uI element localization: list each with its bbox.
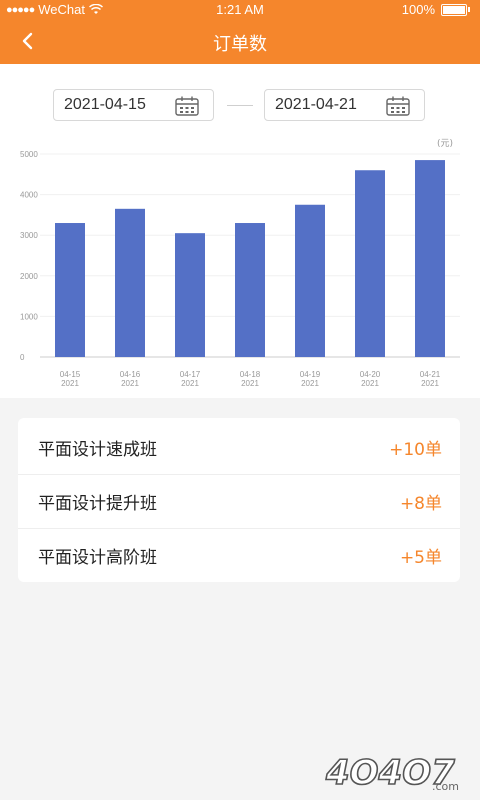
- x-tick-label: 04-16: [120, 370, 141, 379]
- bar: [55, 223, 85, 357]
- list-item[interactable]: 平面设计提升班 +8单: [18, 474, 460, 528]
- x-tick-label: 2021: [121, 379, 139, 388]
- calendar-icon: [386, 96, 410, 116]
- x-tick-label: 04-15: [60, 370, 81, 379]
- x-tick-label: 2021: [181, 379, 199, 388]
- x-tick-label: 2021: [61, 379, 79, 388]
- course-order-list: 平面设计速成班 +10单 平面设计提升班 +8单 平面设计高阶班 +5单: [18, 418, 460, 582]
- end-date-value: 2021-04-21: [275, 96, 357, 113]
- page-title: 订单数: [213, 34, 267, 55]
- course-order-count: +8单: [399, 494, 442, 514]
- bar: [115, 208, 145, 357]
- x-tick-label: 04-20: [360, 370, 381, 379]
- app-header: ●●●●● WeChat 1:21 AM 100% 订单数: [0, 0, 480, 64]
- y-tick-label: 1000: [20, 312, 38, 321]
- status-bar: ●●●●● WeChat 1:21 AM 100%: [0, 0, 480, 20]
- course-order-count: +10单: [389, 439, 442, 460]
- bar: [175, 233, 205, 357]
- x-tick-label: 04-17: [180, 370, 201, 379]
- course-order-count: +5单: [399, 548, 442, 568]
- end-date-picker[interactable]: 2021-04-21: [264, 89, 425, 121]
- calendar-icon: [175, 96, 199, 116]
- site-watermark-logo: 4O4O7 .com: [324, 752, 459, 794]
- x-tick-label: 2021: [361, 379, 379, 388]
- chart-panel: 2021-04-15 2021-04-21 0 1000 2000 3000 4000 5…: [0, 64, 480, 398]
- y-unit-label: (元): [437, 139, 453, 149]
- list-item[interactable]: 平面设计高阶班 +5单: [18, 528, 460, 582]
- y-tick-label: 0: [20, 353, 25, 362]
- y-tick-label: 5000: [20, 150, 38, 159]
- course-name: 平面设计提升班: [38, 494, 157, 514]
- start-date-picker[interactable]: 2021-04-15: [53, 89, 214, 121]
- y-tick-label: 3000: [20, 231, 38, 240]
- bar: [235, 223, 265, 357]
- y-tick-label: 4000: [20, 191, 38, 200]
- battery-icon: [441, 3, 467, 16]
- course-name: 平面设计高阶班: [38, 548, 157, 568]
- list-item[interactable]: 平面设计速成班 +10单: [18, 420, 460, 474]
- x-tick-label: 2021: [301, 379, 319, 388]
- bar: [295, 204, 325, 357]
- x-tick-label: 2021: [241, 379, 259, 388]
- battery-label: 100%: [401, 2, 435, 17]
- status-right: 100%: [402, 2, 470, 17]
- x-tick-label: 2021: [421, 379, 439, 388]
- battery-tip: [468, 7, 470, 12]
- course-name: 平面设计速成班: [38, 439, 157, 460]
- x-tick-label: 04-19: [300, 370, 321, 379]
- x-tick-label: 04-18: [240, 370, 261, 379]
- x-tick-label: 04-21: [420, 370, 441, 379]
- start-date-value: 2021-04-15: [64, 96, 146, 113]
- bar: [415, 160, 445, 357]
- y-tick-label: 2000: [20, 272, 38, 281]
- date-range-separator: [227, 105, 253, 106]
- watermark-suffix: .com: [432, 780, 459, 793]
- order-bar-chart: 010002000300040005000(元)04-15202104-1620…: [20, 139, 460, 388]
- bar: [355, 170, 385, 357]
